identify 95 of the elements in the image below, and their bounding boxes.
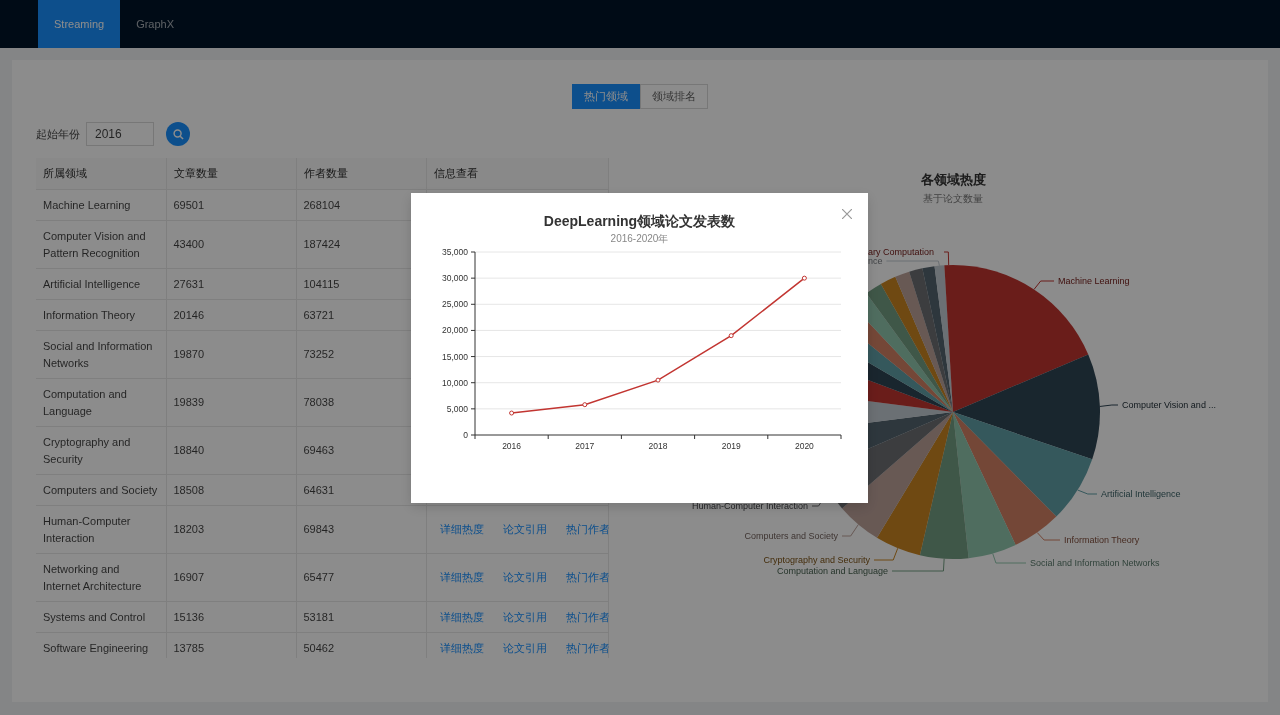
slice-label: Machine Learning (1058, 276, 1130, 286)
year-input[interactable]: 2016 (86, 122, 154, 146)
slice-label: ary Computation (868, 247, 935, 257)
table-link[interactable]: 热门作者 (565, 521, 609, 538)
leader-line (992, 553, 1027, 564)
table-cell: Computer Vision and Pattern Recognition (36, 220, 166, 269)
table-cell: 20146 (166, 299, 296, 331)
column-header: 信息查看 (426, 158, 609, 190)
y-tick-label: 35,000 (442, 247, 468, 257)
table-link[interactable]: 论文引用 (502, 521, 547, 538)
table-link[interactable]: 论文引用 (502, 608, 547, 626)
table-cell: 43400 (166, 220, 296, 269)
table-cell: 53181 (296, 601, 426, 633)
column-header: 作者数量 (296, 158, 426, 190)
x-tick-label: 2016 (502, 441, 522, 451)
data-point (509, 410, 515, 416)
slice-label: Human-Computer Interaction (691, 501, 808, 511)
slice-label: Cryptography and Security (763, 555, 870, 565)
x-tick-label: 2020 (794, 441, 814, 451)
table-cell: Computation and Language (36, 378, 166, 427)
table-cell: 18203 (166, 505, 296, 554)
table-cell: Artificial Intelligence (36, 268, 166, 300)
search-icon (172, 128, 184, 140)
table-cell: 19839 (166, 378, 296, 427)
table-cell: 65477 (296, 553, 426, 602)
close-icon (842, 209, 852, 219)
table-cell: Machine Learning (36, 189, 166, 221)
table-link[interactable]: 热门作者 (565, 639, 609, 657)
y-tick-label: 20,000 (442, 325, 468, 336)
table-cell: 16907 (166, 553, 296, 602)
nav-tab[interactable]: Streaming (38, 0, 121, 48)
x-tick-label: 2019 (721, 441, 741, 451)
table-link[interactable]: 详细热度 (439, 521, 484, 538)
table-cell: 13785 (166, 632, 296, 658)
y-tick-label: 5,000 (446, 403, 468, 414)
leader-line (841, 524, 859, 537)
column-header: 文章数量 (166, 158, 296, 190)
nav-tab[interactable]: GraphX (120, 0, 191, 48)
y-tick-label: 25,000 (442, 299, 468, 310)
data-point (801, 275, 807, 281)
y-tick-label: 15,000 (442, 351, 468, 362)
table-cell: Computers and Society (36, 474, 166, 506)
search-button[interactable] (166, 122, 190, 146)
slice-label: Social and Information Networks (1030, 558, 1160, 568)
data-point (655, 377, 661, 383)
leader-line (1077, 489, 1098, 495)
y-tick-label: 0 (463, 430, 468, 440)
y-tick-label: 10,000 (442, 377, 468, 388)
data-point (728, 333, 734, 339)
slice-label: Computer Vision and ... (1122, 400, 1216, 410)
chart-title: 各领域热度 (920, 172, 986, 187)
table-link[interactable]: 论文引用 (502, 639, 547, 657)
leader-line (1036, 532, 1061, 541)
table-cell: Human-Computer Interaction (36, 505, 166, 554)
table-cell: 50462 (296, 632, 426, 658)
table-cell: 27631 (166, 268, 296, 300)
column-header: 所属领域 (36, 158, 166, 190)
view-tab[interactable]: 热门领域 (572, 84, 640, 109)
table-cell: 18508 (166, 474, 296, 506)
slice-label: Information Theory (1064, 535, 1140, 545)
table-link[interactable]: 论文引用 (502, 569, 547, 586)
y-tick-label: 30,000 (442, 273, 468, 284)
table-cell: 18840 (166, 426, 296, 475)
modal-title: DeepLearning领域论文发表数 (543, 212, 736, 230)
modal-subtitle: 2016-2020年 (610, 233, 669, 245)
close-button[interactable] (840, 207, 854, 221)
table-cell: 19870 (166, 330, 296, 379)
slice-label: Artificial Intelligence (1101, 489, 1181, 499)
table-cell: Information Theory (36, 299, 166, 331)
year-label: 起始年份 (36, 126, 80, 142)
table-cell: Cryptography and Security (36, 426, 166, 475)
x-tick-label: 2017 (575, 441, 595, 451)
leader-line (1099, 404, 1119, 407)
table-link[interactable]: 热门作者 (565, 569, 609, 586)
view-tab[interactable]: 领域排名 (640, 84, 708, 109)
table-cell: Networking and Internet Architecture (36, 553, 166, 602)
table-cell: 69843 (296, 505, 426, 554)
table-cell: 69501 (166, 189, 296, 221)
leader-line (1033, 280, 1055, 290)
table-link[interactable]: 详细热度 (439, 639, 484, 657)
table-cell: Systems and Control (36, 601, 166, 633)
data-point (582, 402, 588, 408)
table-link[interactable]: 热门作者 (565, 608, 609, 626)
slice-label: nce (868, 256, 883, 266)
slice-label: Computation and Language (776, 566, 888, 576)
chart-subtitle: 基于论文数量 (923, 193, 983, 204)
table-link[interactable]: 详细热度 (439, 569, 484, 586)
table-cell: Software Engineering (36, 632, 166, 658)
x-tick-label: 2018 (648, 441, 668, 451)
leader-line (943, 251, 950, 266)
leader-line (885, 260, 940, 267)
table-link[interactable]: 详细热度 (439, 608, 484, 626)
slice-label: Computers and Society (744, 531, 838, 541)
table-cell: Social and Information Networks (36, 330, 166, 379)
table-cell: 15136 (166, 601, 296, 633)
